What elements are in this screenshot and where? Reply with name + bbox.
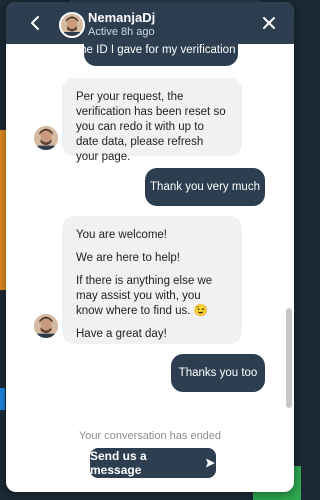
message-text: the ID I gave for my verification ? bbox=[76, 44, 246, 56]
message-line: If there is anything else we may assist … bbox=[76, 275, 213, 317]
chat-header: NemanjaDj Active 8h ago bbox=[6, 2, 294, 44]
send-message-button[interactable]: Send us a message bbox=[90, 448, 216, 478]
message-sent: Thank you very much bbox=[145, 168, 265, 206]
message-sent: the ID I gave for my verification ? bbox=[77, 44, 245, 66]
agent-status: Active 8h ago bbox=[88, 26, 155, 38]
agent-avatar bbox=[34, 126, 58, 150]
conversation-ended-text: Your conversation has ended bbox=[78, 430, 222, 442]
chat-widget: NemanjaDj Active 8h ago the ID I gave fo… bbox=[6, 2, 294, 492]
message-text: Per your request, the verification has b… bbox=[76, 91, 226, 163]
message-line: Have a great day! bbox=[76, 328, 167, 340]
background-blue-element bbox=[0, 388, 5, 410]
message-text: Thanks you too bbox=[178, 367, 258, 379]
back-arrow-icon bbox=[31, 16, 39, 30]
agent-avatar bbox=[34, 314, 58, 338]
message-received: Per your request, the verification has b… bbox=[62, 78, 242, 163]
agent-avatar bbox=[59, 12, 85, 38]
send-message-label: Send us a message bbox=[90, 449, 147, 477]
back-button[interactable] bbox=[24, 12, 46, 34]
message-list[interactable]: the ID I gave for my verification ? Per … bbox=[6, 44, 284, 410]
agent-name: NemanjaDj bbox=[88, 10, 156, 25]
message-line: We are here to help! bbox=[76, 252, 180, 264]
chat-footer: Your conversation has ended Send us a me… bbox=[6, 422, 294, 492]
close-button[interactable] bbox=[258, 12, 280, 34]
chat-scrollbar[interactable] bbox=[286, 308, 292, 408]
message-sent: Thanks you too bbox=[171, 354, 265, 392]
message-line: You are welcome! bbox=[76, 229, 167, 241]
send-arrow-icon bbox=[206, 458, 216, 468]
close-icon bbox=[263, 17, 275, 29]
message-received: You are welcome! We are here to help! If… bbox=[62, 216, 242, 344]
message-text: Thank you very much bbox=[150, 181, 260, 193]
